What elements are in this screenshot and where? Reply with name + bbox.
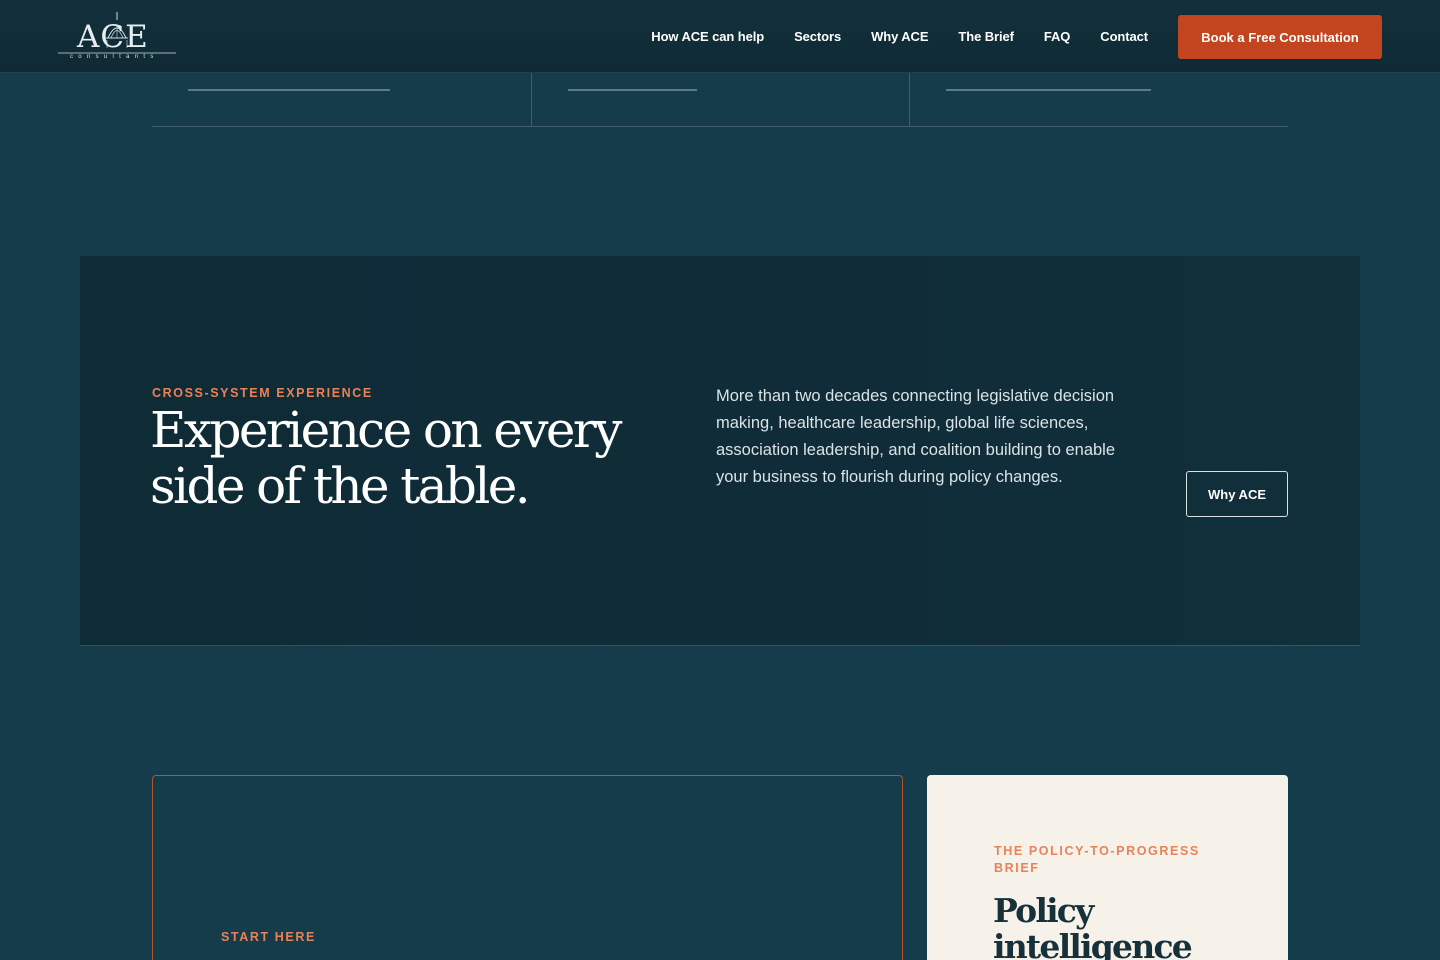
card-link-underline	[188, 89, 390, 91]
brief-eyebrow: THE POLICY-TO-PROGRESS BRIEF	[994, 844, 1200, 875]
book-consultation-button[interactable]: Book a Free Consultation	[1178, 15, 1382, 59]
main-nav: How ACE can help Sectors Why ACE The Bri…	[651, 0, 1148, 73]
experience-body: More than two decades connecting legisla…	[716, 387, 1116, 486]
nav-how-ace-can-help[interactable]: How ACE can help	[651, 29, 764, 44]
service-card[interactable]	[910, 73, 1288, 126]
logo-wordmark: ACE	[77, 19, 149, 55]
experience-eyebrow: CROSS-SYSTEM EXPERIENCE	[152, 386, 373, 400]
experience-section: CROSS-SYSTEM EXPERIENCE Experience on ev…	[80, 255, 1360, 646]
brief-card[interactable]: THE POLICY-TO-PROGRESS BRIEF Policy inte…	[927, 775, 1288, 960]
card-link-underline	[946, 89, 1151, 91]
start-here-card: START HERE	[152, 775, 903, 960]
nav-faq[interactable]: FAQ	[1044, 29, 1071, 44]
start-here-eyebrow: START HERE	[221, 930, 316, 944]
nav-sectors[interactable]: Sectors	[794, 29, 841, 44]
service-cards-row	[152, 73, 1288, 127]
experience-title: Experience on every side of the table.	[150, 401, 622, 515]
service-card[interactable]	[152, 73, 531, 126]
brief-title: Policy intelligence for	[993, 891, 1193, 960]
ace-logo[interactable]: ACE consultants	[58, 8, 176, 64]
service-card[interactable]	[532, 73, 909, 126]
page: ACE consultants How ACE can help Sectors…	[0, 0, 1440, 960]
card-link-underline	[568, 89, 697, 91]
nav-the-brief[interactable]: The Brief	[958, 29, 1014, 44]
nav-contact[interactable]: Contact	[1100, 29, 1148, 44]
logo-subtext: consultants	[70, 54, 159, 60]
nav-why-ace[interactable]: Why ACE	[871, 29, 928, 44]
why-ace-button[interactable]: Why ACE	[1186, 471, 1288, 517]
site-header: ACE consultants How ACE can help Sectors…	[0, 0, 1440, 73]
